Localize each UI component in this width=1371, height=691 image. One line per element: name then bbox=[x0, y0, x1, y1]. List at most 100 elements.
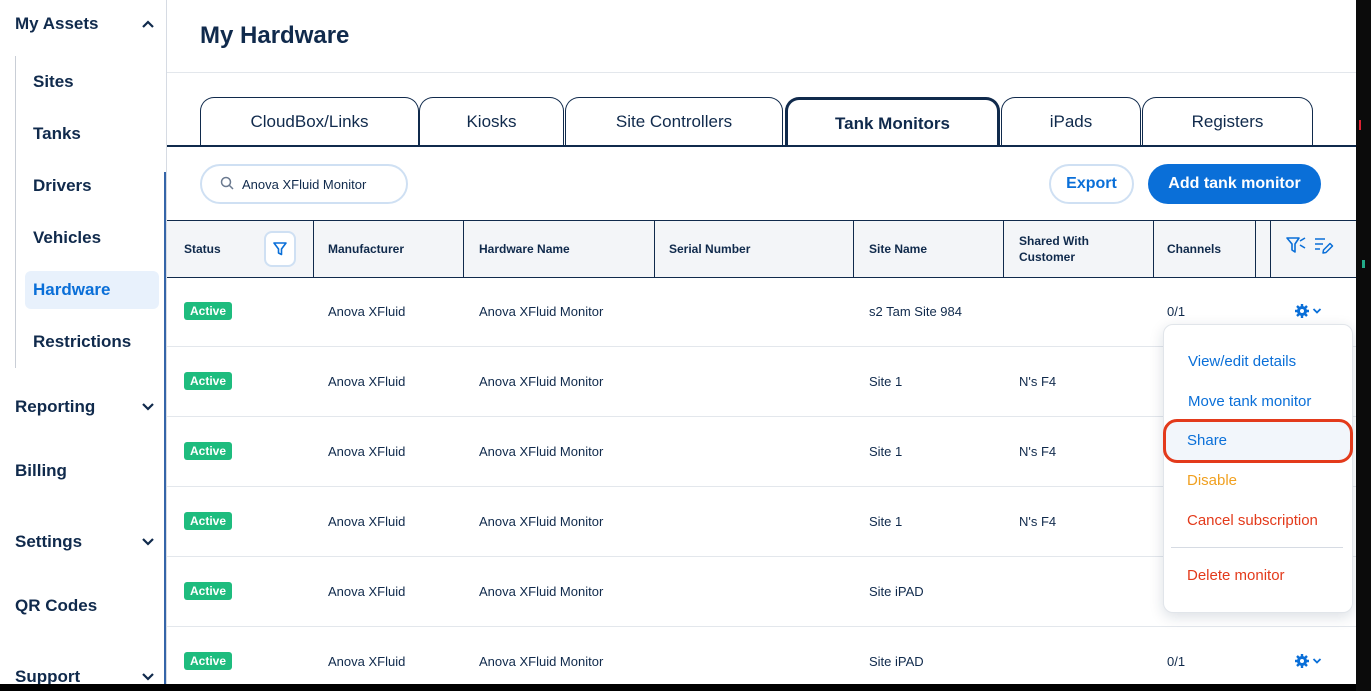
chevron-down-icon bbox=[1312, 308, 1322, 314]
chevron-up-icon bbox=[141, 17, 155, 31]
edit-columns-icon[interactable] bbox=[1312, 235, 1336, 259]
cell-hardware-name: Anova XFluid Monitor bbox=[479, 303, 604, 319]
hardware-tabs: CloudBox/Links Kiosks Site Controllers T… bbox=[200, 97, 1356, 147]
cell-hardware-name: Anova XFluid Monitor bbox=[479, 653, 604, 669]
chevron-down-icon bbox=[141, 670, 155, 684]
status-filter-button[interactable] bbox=[264, 231, 296, 267]
sidebar-item-sites[interactable]: Sites bbox=[25, 63, 159, 101]
cell-status: Active bbox=[184, 346, 233, 416]
sidebar-section-label: Settings bbox=[15, 532, 83, 551]
status-badge: Active bbox=[184, 512, 233, 530]
cell-hardware-name: Anova XFluid Monitor bbox=[479, 626, 603, 684]
cell-site-name: Site 1 bbox=[869, 346, 902, 416]
cell-manufacturer: Anova XFluid bbox=[328, 303, 406, 319]
menu-item-view-edit-details[interactable]: View/edit details bbox=[1188, 353, 1296, 370]
sidebar-section-label: QR Codes bbox=[15, 596, 98, 615]
add-tank-monitor-button[interactable]: Add tank monitor bbox=[1148, 164, 1321, 204]
sidebar-section-settings[interactable]: Settings bbox=[15, 527, 155, 557]
cell-hardware-name: Anova XFluid Monitor bbox=[479, 513, 604, 529]
cell-site-name: Site 1 bbox=[869, 373, 903, 389]
sidebar-item-tanks[interactable]: Tanks bbox=[25, 115, 159, 153]
search-icon bbox=[220, 176, 234, 193]
cell-status: Active bbox=[184, 276, 233, 346]
sidebar-section-label: Billing bbox=[15, 461, 67, 480]
cell-channels: 0/1 bbox=[1167, 653, 1186, 669]
cell-channels: 0/1 bbox=[1167, 626, 1185, 684]
tab-registers[interactable]: Registers bbox=[1142, 97, 1313, 145]
cell-manufacturer: Anova XFluid bbox=[328, 653, 406, 669]
sidebar-item-hardware[interactable]: Hardware bbox=[25, 271, 159, 309]
menu-item-cancel-subscription[interactable]: Cancel subscription bbox=[1187, 512, 1318, 529]
menu-item-move-tank-monitor[interactable]: Move tank monitor bbox=[1188, 393, 1311, 410]
cell-hardware-name: Anova XFluid Monitor bbox=[479, 416, 603, 486]
sidebar-item-label: Sites bbox=[33, 72, 74, 91]
filter-icon bbox=[273, 242, 287, 256]
search-box bbox=[200, 164, 408, 204]
menu-item-disable[interactable]: Disable bbox=[1187, 472, 1237, 489]
cell-hardware-name: Anova XFluid Monitor bbox=[479, 346, 603, 416]
tab-ipads[interactable]: iPads bbox=[1001, 97, 1141, 145]
gear-icon bbox=[1295, 654, 1309, 668]
cell-channels: 0/1 bbox=[1167, 303, 1186, 319]
menu-item-delete-monitor[interactable]: Delete monitor bbox=[1187, 567, 1285, 584]
sidebar-item-drivers[interactable]: Drivers bbox=[25, 167, 159, 205]
sidebar-section-qr-codes[interactable]: QR Codes bbox=[15, 591, 155, 621]
tab-cloudbox-links[interactable]: CloudBox/Links bbox=[200, 97, 419, 145]
sidebar-item-label: Vehicles bbox=[33, 228, 102, 247]
menu-item-share[interactable]: Share bbox=[1187, 432, 1227, 449]
sidebar-section-billing[interactable]: Billing bbox=[15, 456, 155, 486]
divider bbox=[167, 72, 1356, 73]
status-badge: Active bbox=[184, 582, 233, 600]
cell-status: Active bbox=[184, 416, 233, 486]
my-assets-subnav: Sites Tanks Drivers Vehicles Hardware Re… bbox=[15, 56, 161, 368]
cell-manufacturer: Anova XFluid bbox=[328, 276, 405, 346]
cell-site-name: Site iPAD bbox=[869, 653, 924, 669]
cell-hardware-name: Anova XFluid Monitor bbox=[479, 443, 604, 459]
sidebar-section-my-assets[interactable]: My Assets bbox=[15, 9, 155, 39]
tab-tank-monitors[interactable]: Tank Monitors bbox=[785, 97, 1000, 147]
sidebar-item-vehicles[interactable]: Vehicles bbox=[25, 219, 159, 257]
column-divider bbox=[1270, 221, 1271, 277]
tab-site-controllers[interactable]: Site Controllers bbox=[565, 97, 783, 145]
sidebar-section-label: Support bbox=[15, 667, 81, 684]
export-button[interactable]: Export bbox=[1049, 164, 1134, 204]
cell-status: Active bbox=[184, 556, 233, 626]
column-header-channels[interactable]: Channels bbox=[1152, 221, 1252, 277]
cell-site-name: s2 Tam Site 984 bbox=[869, 303, 962, 319]
row-actions-button[interactable] bbox=[1294, 626, 1322, 684]
tabs-underline bbox=[167, 145, 1356, 147]
cell-manufacturer: Anova XFluid bbox=[328, 486, 405, 556]
header-line: Customer bbox=[1019, 250, 1076, 264]
menu-divider bbox=[1171, 547, 1343, 548]
header-line: Shared With bbox=[1019, 234, 1089, 248]
cell-site-name: Site iPAD bbox=[869, 626, 924, 684]
table-row[interactable]: Active Anova XFluid Anova XFluid Monitor Si… bbox=[167, 626, 1356, 684]
cell-site-name: Site iPAD bbox=[869, 556, 924, 626]
chevron-down-icon bbox=[141, 400, 155, 414]
cell-shared-with-customer: N's F4 bbox=[1019, 443, 1057, 459]
cell-manufacturer: Anova XFluid bbox=[328, 416, 405, 486]
cell-status: Active bbox=[184, 486, 233, 556]
advanced-filter-icon[interactable] bbox=[1285, 235, 1309, 259]
column-header-shared-with-customer[interactable]: Shared With Customer bbox=[1004, 221, 1154, 277]
sidebar-section-support[interactable]: Support bbox=[15, 662, 155, 684]
sidebar-item-restrictions[interactable]: Restrictions bbox=[25, 323, 159, 361]
column-header-hardware-name[interactable]: Hardware Name bbox=[464, 221, 654, 277]
column-header-serial-number[interactable]: Serial Number bbox=[654, 221, 854, 277]
sidebar-section-reporting[interactable]: Reporting bbox=[15, 392, 155, 422]
tab-kiosks[interactable]: Kiosks bbox=[419, 97, 564, 145]
cell-hardware-name: Anova XFluid Monitor bbox=[479, 556, 603, 626]
cell-manufacturer: Anova XFluid bbox=[328, 443, 406, 459]
cell-manufacturer: Anova XFluid bbox=[328, 626, 405, 684]
sidebar-item-label: Drivers bbox=[33, 176, 92, 195]
sidebar-scroll-indicator bbox=[164, 172, 166, 684]
search-input[interactable] bbox=[242, 176, 392, 192]
column-header-status[interactable]: Status bbox=[169, 221, 259, 277]
column-header-site-name[interactable]: Site Name bbox=[854, 221, 1004, 277]
cell-hardware-name: Anova XFluid Monitor bbox=[479, 486, 603, 556]
column-header-manufacturer[interactable]: Manufacturer bbox=[313, 221, 463, 277]
chevron-down-icon bbox=[141, 535, 155, 549]
cell-site-name: Site iPAD bbox=[869, 583, 924, 599]
cell-shared-with-customer: N's F4 bbox=[1019, 373, 1057, 389]
cell-shared-with-customer: N's F4 bbox=[1019, 486, 1056, 556]
